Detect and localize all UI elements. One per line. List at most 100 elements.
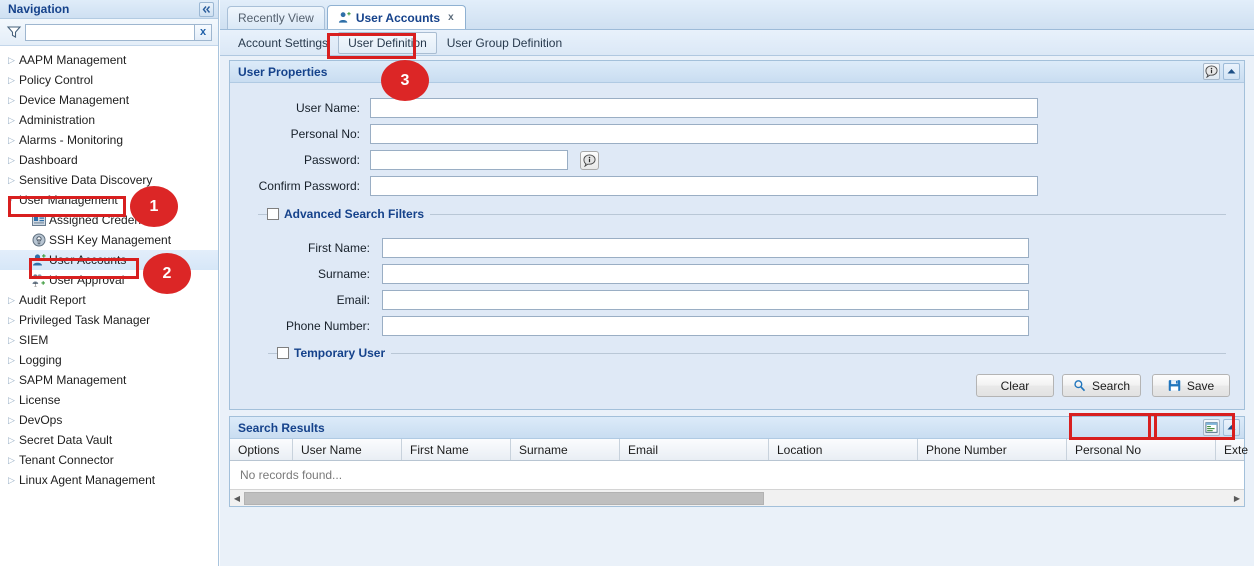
column-header-personal-no[interactable]: Personal No (1067, 439, 1216, 460)
surname-label: Surname: (317, 267, 370, 281)
close-icon[interactable]: x (447, 12, 455, 24)
chevron-right-icon: ▷ (8, 314, 15, 325)
sidebar-item-administration[interactable]: ▷ Administration (0, 110, 218, 130)
sidebar-item-secret-data-vault[interactable]: ▷ Secret Data Vault (0, 430, 218, 450)
field-row-confirm-password: Confirm Password: (230, 173, 1244, 199)
chevron-right-icon: ▷ (8, 474, 15, 485)
chevron-right-icon: ▷ (8, 114, 15, 125)
personal-no-input[interactable] (370, 124, 1038, 144)
panel-title: Search Results (238, 420, 325, 435)
sidebar-item-siem[interactable]: ▷ SIEM (0, 330, 218, 350)
scroll-left-button[interactable]: ◀ (230, 491, 244, 506)
navigation-title: Navigation (8, 2, 70, 16)
search-button-label: Search (1091, 378, 1130, 393)
results-horizontal-scrollbar[interactable]: ◀ ▶ (230, 489, 1244, 506)
tab-user-group-definition[interactable]: User Group Definition (437, 32, 572, 54)
sidebar-item-policy-control[interactable]: ▷ Policy Control (0, 70, 218, 90)
sidebar-item-user-management[interactable]: ▿ User Management (0, 190, 218, 210)
chevron-double-left-icon (202, 6, 211, 13)
navigation-filter-clear-button[interactable]: x (195, 23, 212, 41)
no-records-message: No records found... (240, 468, 343, 482)
info-bubble-icon (1205, 65, 1218, 78)
panel-tools (1203, 419, 1240, 436)
sidebar-item-device-management[interactable]: ▷ Device Management (0, 90, 218, 110)
temporary-user-label: Temporary User (294, 346, 386, 360)
sidebar-item-logging[interactable]: ▷ Logging (0, 350, 218, 370)
chevron-right-icon: ▷ (8, 394, 15, 405)
field-row-personal-no: Personal No: (230, 121, 1244, 147)
sidebar-item-tenant-connector[interactable]: ▷ Tenant Connector (0, 450, 218, 470)
navigation-filter-input[interactable] (25, 23, 195, 41)
chevron-right-icon: ▷ (8, 154, 15, 165)
chevron-right-icon: ▷ (8, 174, 15, 185)
column-header-phone-number[interactable]: Phone Number (918, 439, 1067, 460)
email-input[interactable] (382, 290, 1029, 310)
surname-input[interactable] (382, 264, 1029, 284)
info-bubble-icon (583, 153, 596, 167)
confirm-password-input[interactable] (370, 176, 1038, 196)
chevron-right-icon: ▷ (8, 74, 15, 85)
sidebar-item-label: SIEM (19, 333, 49, 347)
collapse-panel-button[interactable] (1223, 63, 1240, 80)
phone-number-input[interactable] (382, 316, 1029, 336)
tab-recently-view[interactable]: Recently View (227, 6, 325, 29)
panel-tools (1203, 63, 1240, 80)
sidebar-item-devops[interactable]: ▷ DevOps (0, 410, 218, 430)
funnel-icon (6, 26, 22, 38)
sidebar-item-license[interactable]: ▷ License (0, 390, 218, 410)
chevron-right-icon: ▷ (8, 54, 15, 65)
column-header-user-name[interactable]: User Name (293, 439, 402, 460)
clear-button[interactable]: Clear (975, 374, 1054, 397)
sidebar-item-privileged-task-manager[interactable]: ▷ Privileged Task Manager (0, 310, 218, 330)
advanced-search-filters-group: Advanced Search Filters (258, 207, 1226, 221)
sidebar-item-sensitive-data-discovery[interactable]: ▷ Sensitive Data Discovery (0, 170, 218, 190)
sidebar-item-linux-agent-management[interactable]: ▷ Linux Agent Management (0, 470, 218, 490)
sidebar-item-alarms-monitoring[interactable]: ▷ Alarms - Monitoring (0, 130, 218, 150)
tab-account-settings[interactable]: Account Settings (228, 32, 338, 54)
chevron-right-icon: ▷ (8, 434, 15, 445)
sidebar-item-sapm-management[interactable]: ▷ SAPM Management (0, 370, 218, 390)
sidebar-item-assigned-credential[interactable]: Assigned Credential (0, 210, 218, 230)
chevron-right-icon: ▷ (8, 374, 15, 385)
export-button[interactable] (1203, 419, 1220, 436)
sidebar-item-label: Sensitive Data Discovery (19, 173, 153, 187)
column-header-options[interactable]: Options (230, 439, 293, 460)
annotation-badge-1: 1 (130, 186, 178, 227)
tab-user-accounts[interactable]: User Accounts x (326, 5, 466, 29)
column-header-extension[interactable]: Exte (1216, 439, 1254, 460)
sidebar-collapse-button[interactable] (199, 2, 214, 17)
sidebar-item-label: User Approval (49, 273, 125, 287)
tab-label: User Accounts (355, 10, 441, 25)
temporary-user-checkbox[interactable] (277, 347, 289, 359)
password-info-button[interactable] (580, 150, 599, 170)
collapse-results-button[interactable] (1223, 419, 1240, 436)
sidebar-item-audit-report[interactable]: ▷ Audit Report (0, 290, 218, 310)
save-button[interactable]: Save (1152, 374, 1230, 397)
results-empty-row: No records found... (230, 461, 1244, 489)
tab-user-definition[interactable]: User Definition (338, 31, 437, 54)
first-name-input[interactable] (382, 238, 1029, 258)
chevron-right-icon: ▷ (8, 354, 15, 365)
fieldset-divider (268, 353, 1226, 354)
sidebar-item-label: User Management (19, 193, 118, 207)
user-name-input[interactable] (370, 98, 1038, 118)
scroll-right-button[interactable]: ▶ (1230, 491, 1244, 506)
advanced-search-filters-checkbox[interactable] (267, 208, 279, 220)
credential-icon (32, 214, 49, 227)
export-grid-icon (1205, 422, 1218, 433)
column-header-email[interactable]: Email (620, 439, 769, 460)
sidebar-item-aapm-management[interactable]: ▷ AAPM Management (0, 50, 218, 70)
column-header-first-name[interactable]: First Name (402, 439, 511, 460)
sidebar-item-dashboard[interactable]: ▷ Dashboard (0, 150, 218, 170)
password-input[interactable] (370, 150, 568, 170)
column-header-location[interactable]: Location (769, 439, 918, 460)
search-button[interactable]: Search (1061, 374, 1141, 397)
magnifier-icon (1073, 379, 1086, 392)
personal-no-label: Personal No: (290, 127, 360, 141)
sidebar-item-ssh-key-management[interactable]: SSH Key Management (0, 230, 218, 250)
floppy-disk-icon (1168, 379, 1181, 392)
scroll-thumb[interactable] (244, 491, 764, 505)
info-button[interactable] (1203, 63, 1220, 80)
column-header-surname[interactable]: Surname (511, 439, 620, 460)
scroll-track[interactable] (244, 491, 1230, 505)
